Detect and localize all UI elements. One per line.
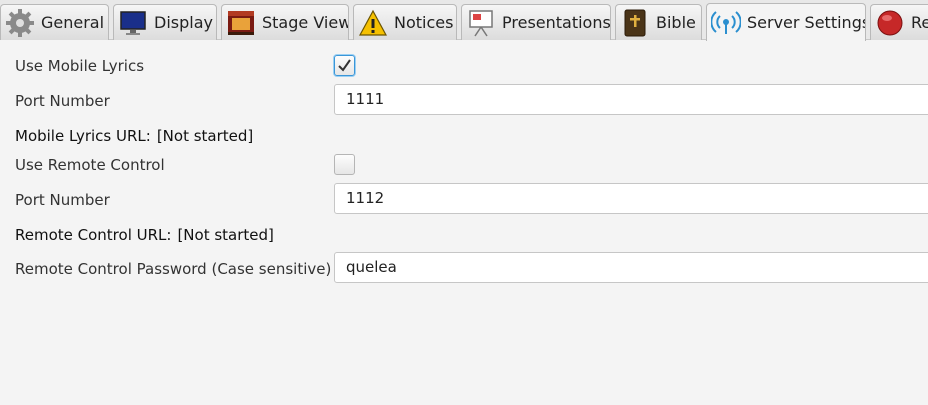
remote-port-input[interactable]: 1112 bbox=[334, 183, 928, 214]
mobile-port-input[interactable]: 1111 bbox=[334, 84, 928, 115]
remote-control-url-label: Remote Control URL: bbox=[15, 226, 172, 244]
server-settings-panel: Use Mobile Lyrics Port Number 1111 Mobil… bbox=[0, 41, 928, 405]
use-mobile-lyrics-checkbox[interactable] bbox=[334, 55, 355, 76]
tab-stage-view[interactable]: Stage View bbox=[221, 4, 349, 40]
use-mobile-lyrics-label: Use Mobile Lyrics bbox=[15, 57, 145, 75]
tab-recordings[interactable]: Re bbox=[870, 4, 928, 40]
use-remote-control-label: Use Remote Control bbox=[15, 156, 165, 174]
monitor-icon bbox=[120, 10, 146, 35]
tab-label: Display bbox=[154, 13, 213, 32]
mobile-port-label: Port Number bbox=[15, 92, 110, 110]
tab-presentations[interactable]: Presentations bbox=[461, 4, 611, 40]
tab-notices[interactable]: Notices bbox=[353, 4, 457, 40]
tab-label: General bbox=[41, 13, 105, 32]
tab-label: Stage View bbox=[262, 13, 349, 32]
remote-password-label: Remote Control Password (Case sensitive) bbox=[15, 260, 332, 278]
tab-label: Presentations bbox=[502, 13, 611, 32]
remote-control-url-row: Remote Control URL: [Not started] bbox=[15, 226, 274, 244]
use-remote-control-checkbox[interactable] bbox=[334, 154, 355, 175]
mobile-lyrics-url-value: [Not started] bbox=[156, 127, 254, 145]
tab-label: Bible bbox=[656, 13, 696, 32]
tab-general[interactable]: General bbox=[0, 4, 109, 40]
remote-password-input[interactable]: quelea bbox=[334, 252, 928, 283]
tab-server-settings[interactable]: Server Settings bbox=[706, 3, 866, 41]
remote-port-label: Port Number bbox=[15, 191, 110, 209]
tab-label: Re bbox=[911, 13, 928, 32]
tab-bible[interactable]: Bible bbox=[615, 4, 702, 40]
mobile-lyrics-url-label: Mobile Lyrics URL: bbox=[15, 127, 151, 145]
remote-control-url-value: [Not started] bbox=[177, 226, 274, 244]
tab-label: Notices bbox=[394, 13, 454, 32]
bible-icon bbox=[624, 9, 646, 36]
warning-icon bbox=[358, 9, 388, 36]
presentation-icon bbox=[469, 9, 493, 36]
record-icon bbox=[877, 10, 903, 35]
gear-icon bbox=[6, 8, 34, 37]
tab-label: Server Settings bbox=[747, 13, 866, 32]
checkmark-icon bbox=[338, 59, 351, 72]
stage-icon bbox=[228, 10, 254, 35]
tab-display[interactable]: Display bbox=[113, 4, 217, 40]
tab-bar: General Display Stage View Notices Prese… bbox=[0, 0, 928, 41]
broadcast-icon bbox=[711, 10, 741, 34]
mobile-lyrics-url-row: Mobile Lyrics URL: [Not started] bbox=[15, 127, 253, 145]
